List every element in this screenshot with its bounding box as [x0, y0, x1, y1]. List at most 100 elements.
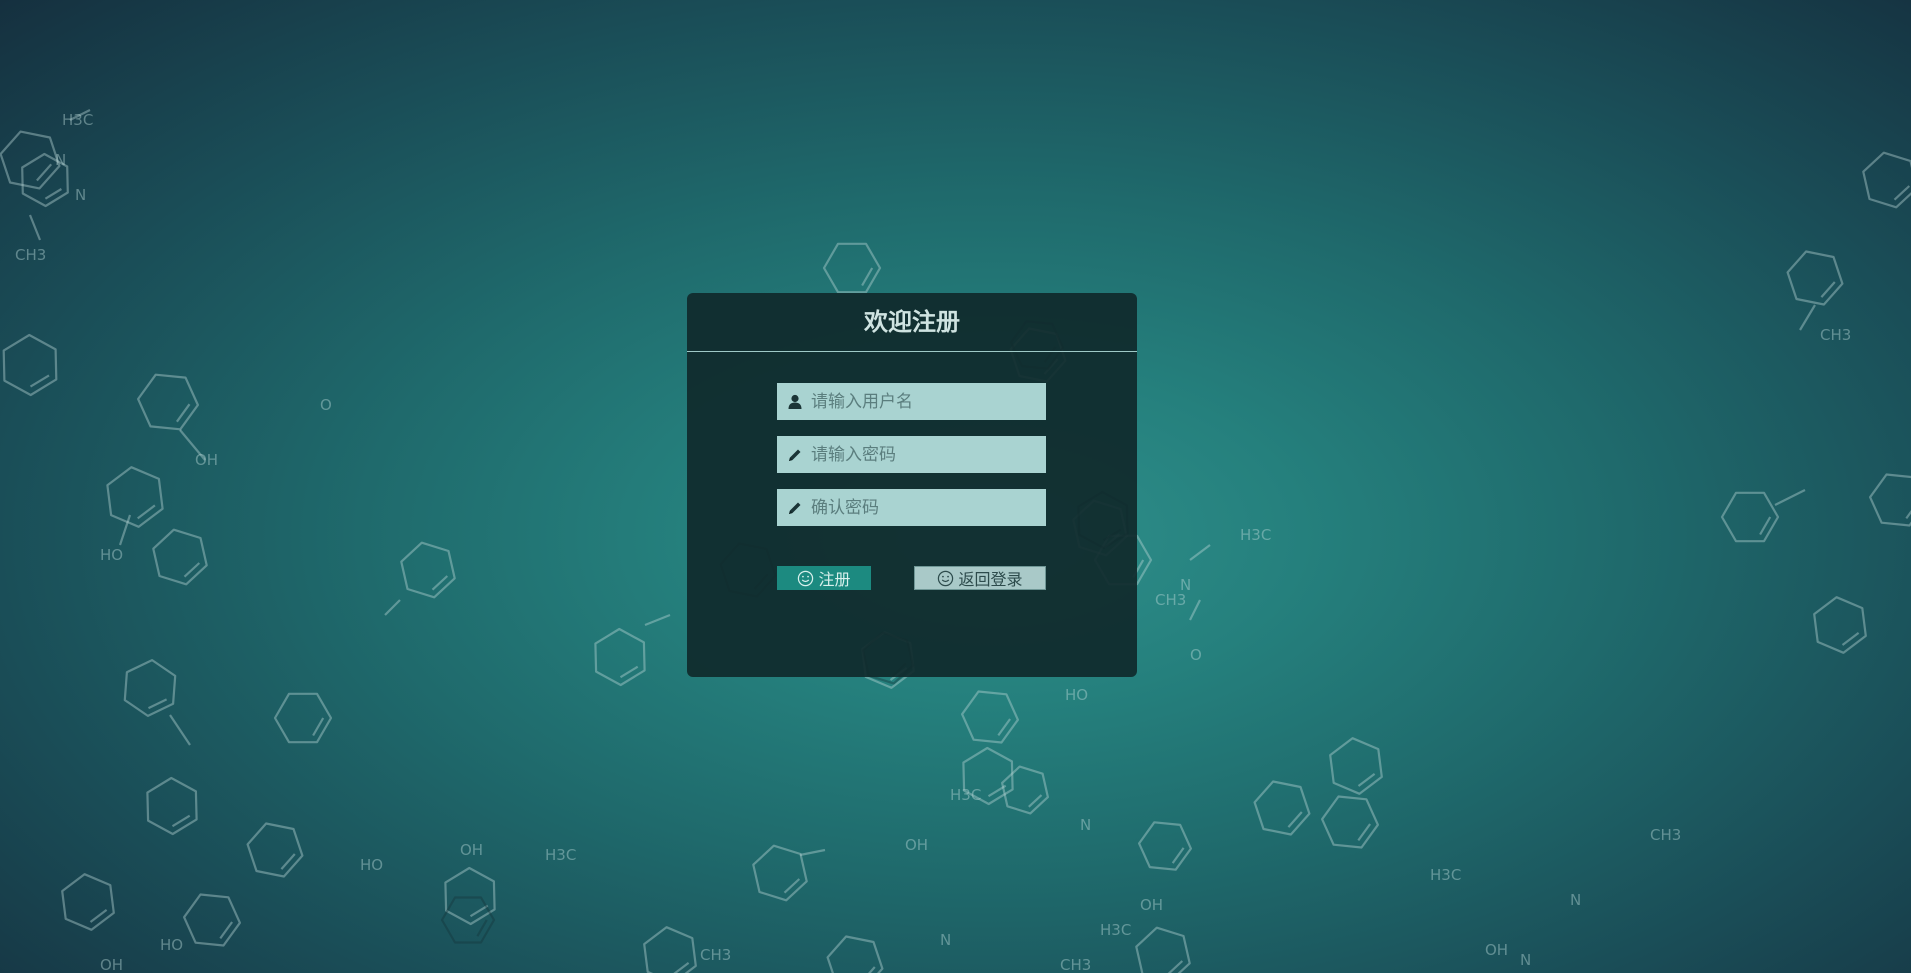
molecule-bond — [469, 904, 489, 918]
molecule-ring — [1862, 151, 1911, 209]
molecule-ring — [61, 873, 115, 931]
molecule-ring — [826, 935, 884, 973]
molecule-ring — [643, 926, 697, 973]
molecule-ring — [2, 333, 58, 397]
molecule-ring — [440, 896, 496, 944]
molecule-bond — [987, 784, 1007, 798]
molecule-ring — [1320, 795, 1380, 849]
molecule-bond — [644, 613, 671, 627]
pencil-icon — [786, 446, 804, 464]
molecule-bond — [1799, 304, 1816, 331]
password-field[interactable] — [777, 436, 1046, 473]
username-input[interactable] — [811, 383, 1041, 420]
molecule-label: H3C — [62, 111, 93, 129]
molecule-label: CH3 — [1060, 956, 1091, 973]
molecule-bond — [89, 909, 108, 923]
molecule-ring — [106, 466, 164, 528]
molecule-bond — [29, 374, 50, 388]
molecule-label: CH3 — [15, 246, 46, 264]
molecule-bond — [1893, 185, 1911, 201]
molecule-bond — [148, 698, 168, 710]
molecule-bond — [118, 514, 132, 546]
username-field[interactable] — [777, 383, 1046, 420]
molecule-ring — [1813, 596, 1867, 654]
molecule-bond — [868, 966, 876, 973]
molecule-label: H3C — [1430, 866, 1461, 884]
confirm-password-input[interactable] — [811, 489, 1041, 526]
molecule-bond — [1287, 811, 1303, 828]
back-button-label: 返回登录 — [958, 570, 1023, 589]
back-to-login-button[interactable]: 返回登录 — [914, 566, 1046, 590]
molecule-bond — [1774, 489, 1806, 506]
molecule-bond — [1028, 794, 1043, 808]
molecule-ring — [400, 541, 456, 599]
molecule-bond — [171, 814, 191, 828]
molecule-label: OH — [195, 451, 218, 469]
molecule-bond — [431, 575, 449, 591]
molecule-ring — [273, 692, 333, 744]
molecule-label: H3C — [545, 846, 576, 864]
molecule-bond — [1820, 281, 1836, 298]
molecule-label: N — [55, 151, 66, 169]
molecule-bond — [384, 599, 401, 616]
molecule-ring — [1135, 926, 1191, 973]
molecule-label: CH3 — [1820, 326, 1851, 344]
molecule-ring — [960, 690, 1020, 744]
molecule-ring — [246, 822, 304, 878]
molecule-bond — [44, 188, 62, 200]
molecule-label: HO — [1065, 686, 1088, 704]
molecule-ring — [1868, 473, 1911, 527]
molecule-ring — [822, 242, 882, 294]
molecule-bond — [1167, 960, 1184, 973]
molecule-ring — [1329, 737, 1383, 795]
molecule-label: N — [1180, 576, 1191, 594]
register-button[interactable]: 注册 — [777, 566, 871, 590]
molecule-bond — [36, 163, 53, 182]
molecule-label: N — [1080, 816, 1091, 834]
molecule-ring — [123, 658, 177, 718]
molecule-bond — [69, 109, 91, 121]
molecule-label: HO — [360, 856, 383, 874]
register-button-label: 注册 — [818, 570, 851, 589]
molecule-label: H3C — [1240, 526, 1271, 544]
molecule-ring — [152, 528, 208, 586]
molecule-bond — [1189, 599, 1201, 621]
molecule-bond — [1189, 544, 1211, 561]
molecule-bond — [137, 504, 156, 520]
confirm-password-field[interactable] — [777, 489, 1046, 526]
molecule-ring — [146, 776, 198, 836]
title-divider — [687, 351, 1137, 352]
molecule-label: N — [940, 931, 951, 949]
molecule-ring — [1786, 250, 1844, 306]
molecule-label: OH — [1485, 941, 1508, 959]
molecule-bond — [783, 878, 801, 894]
molecule-bond — [1171, 847, 1185, 864]
molecule-ring — [137, 373, 199, 431]
molecule-bond — [619, 665, 639, 679]
molecule-bond — [673, 962, 690, 973]
molecule-bond — [1841, 632, 1860, 646]
molecule-label: HO — [100, 546, 123, 564]
molecule-label: H3C — [1100, 921, 1131, 939]
molecule-label: OH — [460, 841, 483, 859]
molecule-ring — [444, 866, 496, 926]
molecule-label: OH — [905, 836, 928, 854]
molecule-ring — [594, 627, 646, 687]
molecule-bond — [219, 921, 233, 940]
molecule-label: O — [320, 396, 332, 414]
molecule-label: N — [1520, 951, 1531, 969]
password-input[interactable] — [811, 436, 1041, 473]
molecule-ring — [1720, 491, 1780, 543]
molecule-bond — [799, 848, 826, 857]
molecule-bond — [1759, 516, 1772, 536]
molecule-label: CH3 — [700, 946, 731, 964]
molecule-label: CH3 — [1650, 826, 1681, 844]
molecule-label: OH — [1140, 896, 1163, 914]
molecule-ring — [1000, 765, 1050, 815]
molecule-label: O — [1190, 646, 1202, 664]
molecule-bond — [1357, 823, 1371, 842]
smiley-icon — [798, 570, 814, 586]
smiley-icon — [938, 570, 954, 586]
molecule-ring — [21, 152, 69, 208]
molecule-ring — [752, 844, 808, 902]
